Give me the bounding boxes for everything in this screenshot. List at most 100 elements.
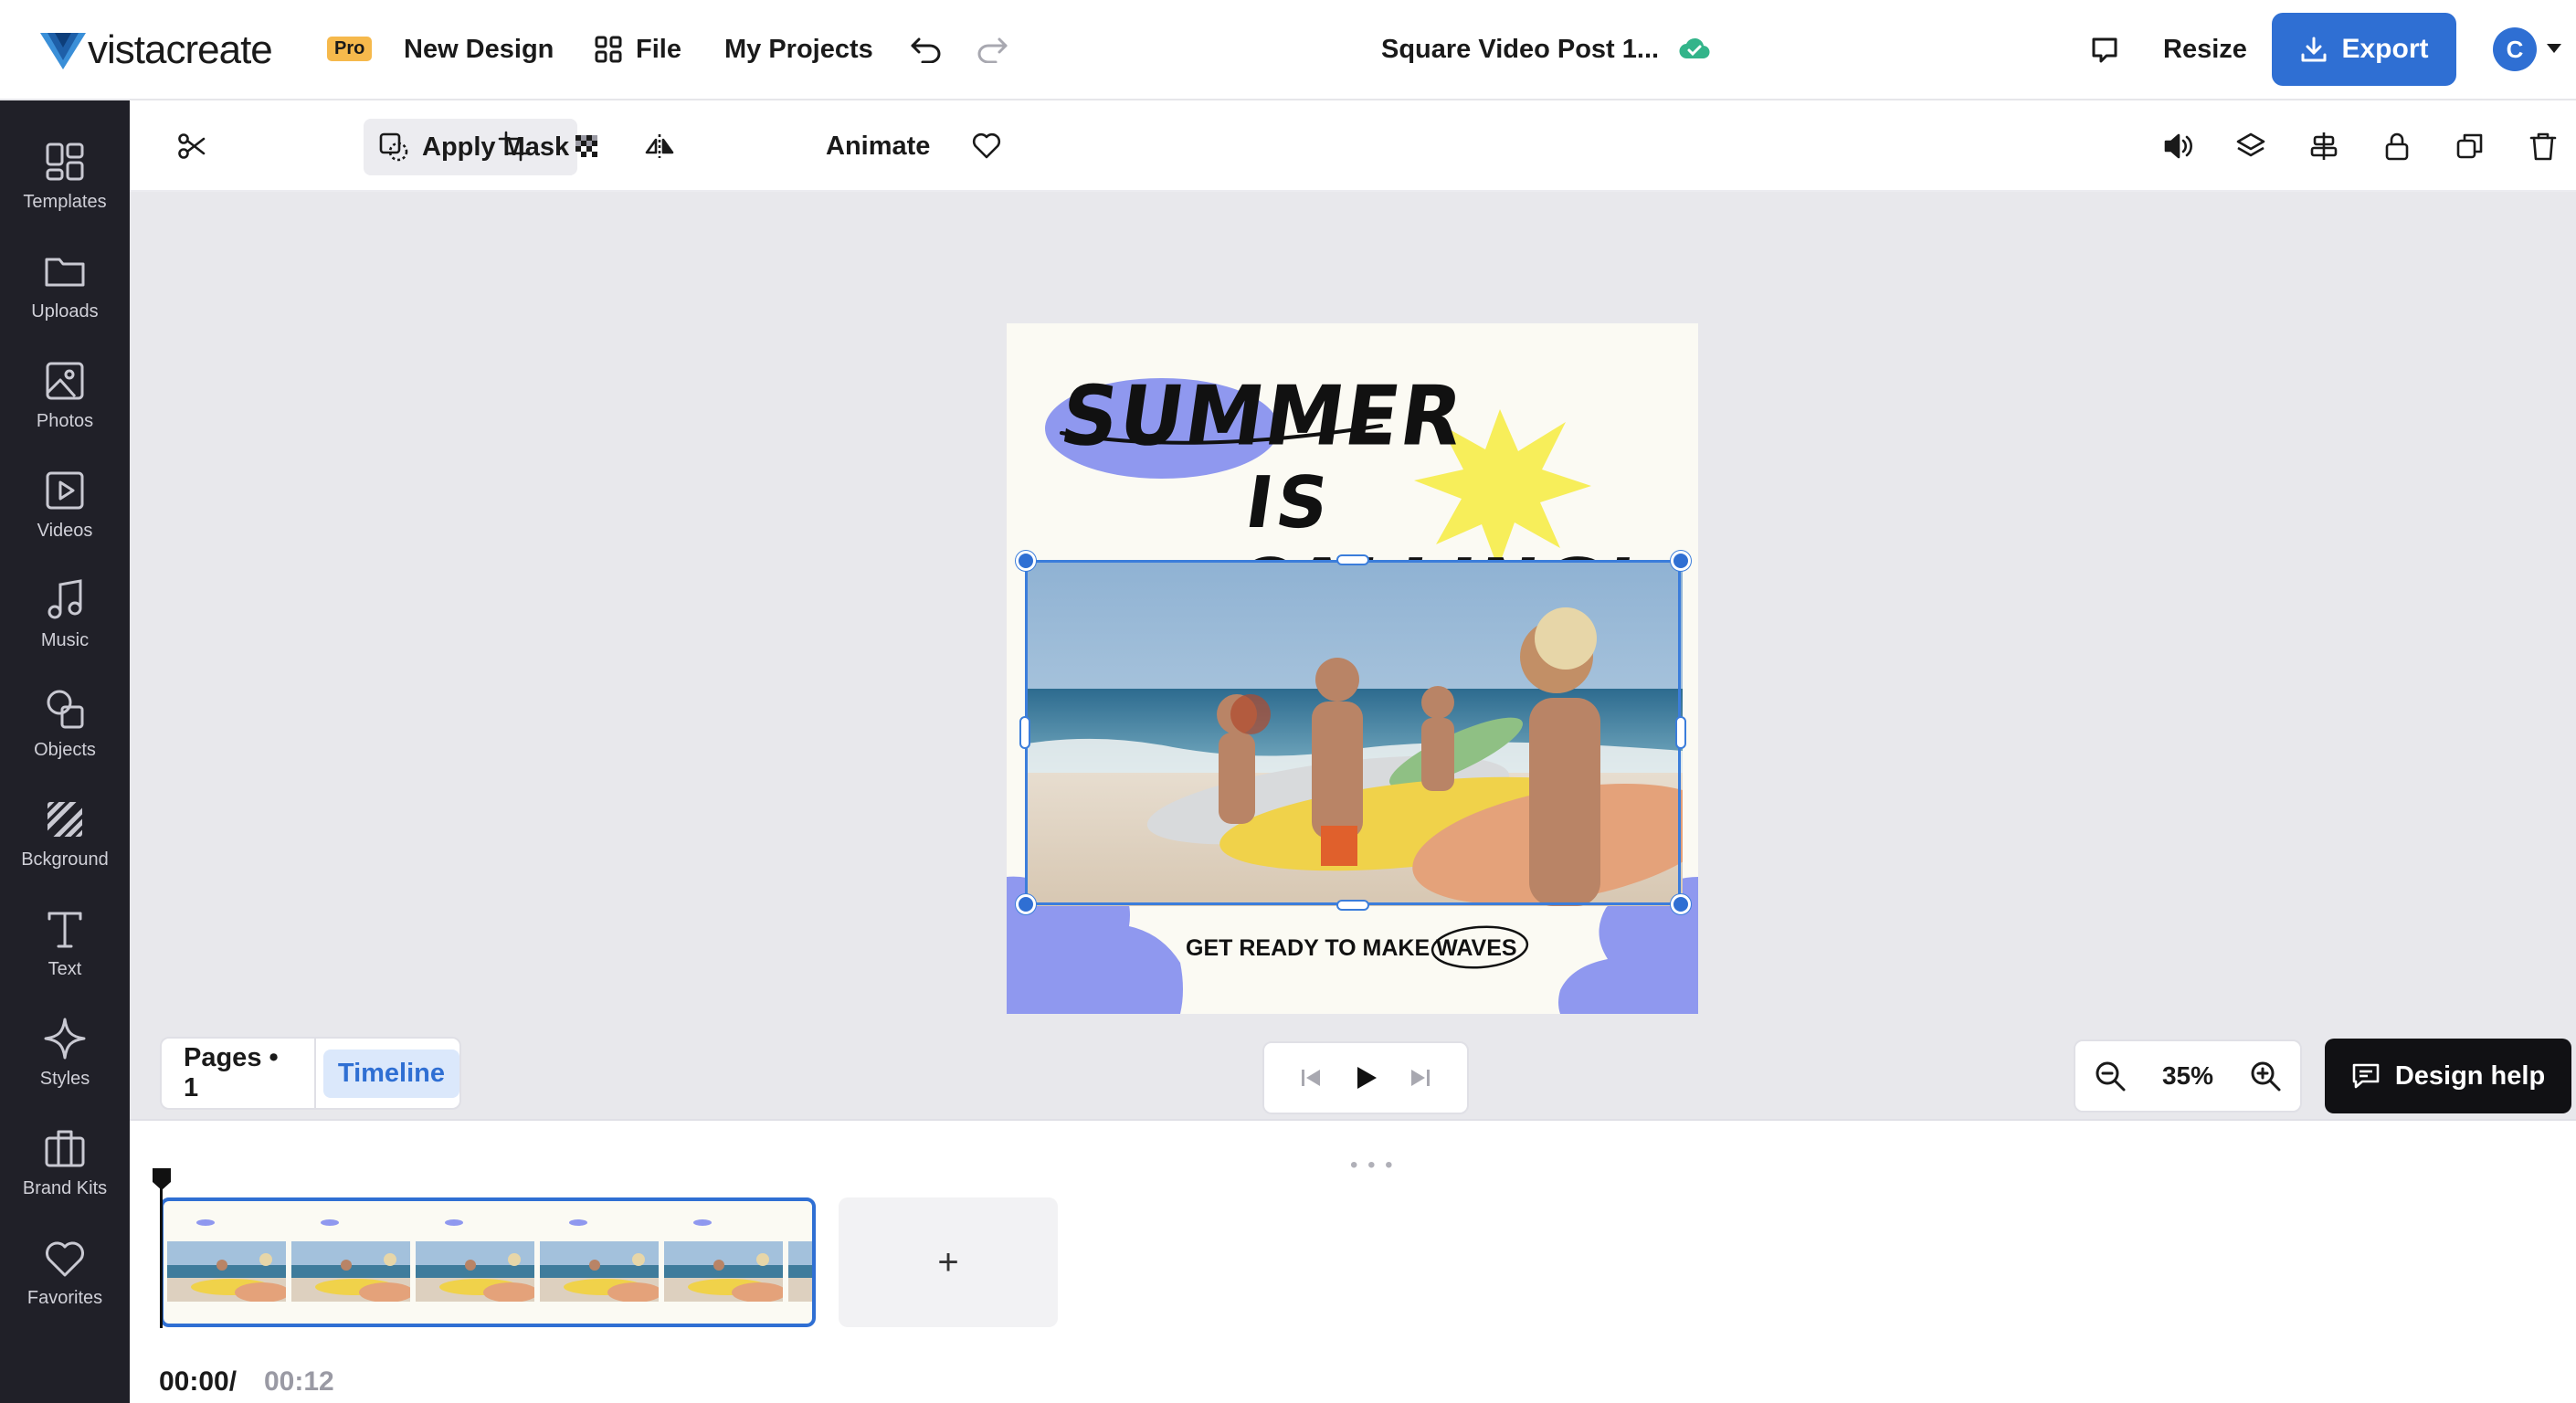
pages-button[interactable]: Pages • 1 [162,1039,316,1108]
cloud-saved-icon [1679,35,1710,62]
resize-handle-top-left[interactable] [1016,551,1036,571]
comments-icon[interactable] [2086,33,2123,68]
my-projects-link[interactable]: My Projects [724,31,873,68]
chat-icon [2352,1063,2380,1089]
favorite-heart-icon[interactable] [965,124,1008,168]
top-bar: vistacreate Pro New Design File My Proje… [0,0,2576,100]
export-button[interactable]: Export [2272,13,2456,86]
sidebar-item-label: Bckground [21,849,109,870]
clip-frame-thumbnail [540,1241,659,1302]
vistacreate-logo[interactable]: vistacreate [40,24,273,77]
design-help-button[interactable]: Design help [2325,1039,2571,1113]
pages-switcher: Pages • 1 Timeline [160,1037,461,1110]
skip-back-icon[interactable] [1300,1067,1324,1089]
favorite-heart-icon[interactable] [837,124,881,168]
resize-handle-top[interactable] [1336,554,1369,565]
skip-forward-icon[interactable] [1408,1067,1431,1089]
document-title[interactable]: Square Video Post 1... [1381,31,1659,68]
text-icon [48,912,82,948]
sidebar-item-label: Text [48,959,82,979]
total-duration: 00:12 [264,1366,334,1397]
sidebar-item-label: Favorites [26,1288,103,1308]
add-page-button[interactable]: + [839,1197,1058,1327]
timeline-tab[interactable]: Timeline [322,1049,459,1098]
thumb-dot [569,1219,587,1226]
new-design-link[interactable]: New Design [404,31,554,68]
current-time: 00:00/ [159,1366,238,1397]
objects-icon [47,690,84,729]
align-icon[interactable] [2302,124,2346,168]
thumb-dot [196,1219,215,1226]
thumb-dot [445,1219,463,1226]
tagline[interactable]: GET READY TO MAKE WAVES [1186,935,1517,962]
flip-icon[interactable] [638,124,681,168]
folder-icon [45,258,85,287]
panel-resize-handle[interactable]: • • • [1350,1153,1395,1178]
tagline-text: GET READY TO MAKE [1186,935,1437,961]
thumb-dot [321,1219,339,1226]
thumb-dot [693,1219,712,1226]
zoom-out-icon[interactable] [2094,1060,2127,1092]
element-toolbar: Apply Mask Animate [130,100,2576,192]
playhead-line [160,1187,163,1328]
file-menu[interactable]: File [636,31,681,68]
sidebar-item-label: Music [40,630,90,650]
tagline-highlight: WAVES [1436,935,1517,961]
zoom-in-icon[interactable] [2249,1060,2282,1092]
sidebar-item-label: Brand Kits [22,1178,108,1198]
sidebar-item-photos[interactable]: Photos [0,340,130,440]
scissors-icon[interactable] [170,124,214,168]
resize-handle-bottom[interactable] [1336,900,1369,911]
sidebar-item-templates[interactable]: Templates [0,121,130,221]
resize-handle-bottom-left[interactable] [1016,894,1036,914]
resize-handle-left[interactable] [1019,716,1030,749]
sidebar-item-label: Photos [36,411,94,431]
templates-icon [46,142,84,181]
resize-button[interactable]: Resize [2163,31,2247,68]
sidebar-item-videos[interactable]: Videos [0,449,130,550]
sidebar-item-label: Objects [34,740,96,760]
lock-icon[interactable] [2375,124,2419,168]
sidebar-item-music[interactable]: Music [0,559,130,659]
file-grid-icon[interactable] [592,33,625,66]
resize-handle-bottom-right[interactable] [1671,894,1691,914]
timeline-clip[interactable] [160,1197,816,1327]
clip-frame-thumbnail [788,1241,812,1302]
redo-icon[interactable] [972,31,1012,68]
sidebar-item-background[interactable]: Bckground [0,778,130,879]
sparkle-icon [44,1018,86,1060]
zoom-control: 35% [2074,1039,2302,1113]
heart-icon [46,1241,84,1277]
sidebar-item-label: Templates [23,192,107,212]
crop-icon[interactable] [491,124,535,168]
undo-icon[interactable] [906,31,946,68]
sidebar-item-text[interactable]: Text [0,888,130,988]
resize-handle-right[interactable] [1675,716,1686,749]
sidebar-item-uploads[interactable]: Uploads [0,230,130,331]
layers-icon[interactable] [2229,124,2273,168]
beach-video-clip[interactable] [1027,561,1683,906]
sidebar-item-styles[interactable]: Styles [0,997,130,1098]
sidebar-item-objects[interactable]: Objects [0,669,130,769]
chevron-down-icon[interactable] [2545,40,2563,57]
duplicate-icon[interactable] [2448,124,2492,168]
clip-frame-thumbnail [167,1241,286,1302]
trash-icon[interactable] [2521,124,2565,168]
background-icon [48,802,82,837]
headline-summer[interactable]: SUMMER [1055,369,1471,465]
video-icon [46,471,84,510]
beach-photo [1027,561,1683,906]
sidebar-item-favorites[interactable]: Favorites [0,1217,130,1317]
play-icon[interactable] [1352,1064,1379,1092]
resize-handle-top-right[interactable] [1671,551,1691,571]
transparency-icon[interactable] [565,124,608,168]
pro-badge: Pro [327,37,373,61]
clip-frame-thumbnail [291,1241,410,1302]
apply-mask-button[interactable]: Apply Mask [364,119,577,175]
zoom-level[interactable]: 35% [2162,1061,2213,1091]
sidebar-item-brand-kits[interactable]: Brand Kits [0,1107,130,1208]
avatar[interactable]: C [2493,27,2537,71]
download-icon [2301,37,2327,62]
music-icon [48,579,82,619]
volume-icon[interactable] [2156,124,2200,168]
